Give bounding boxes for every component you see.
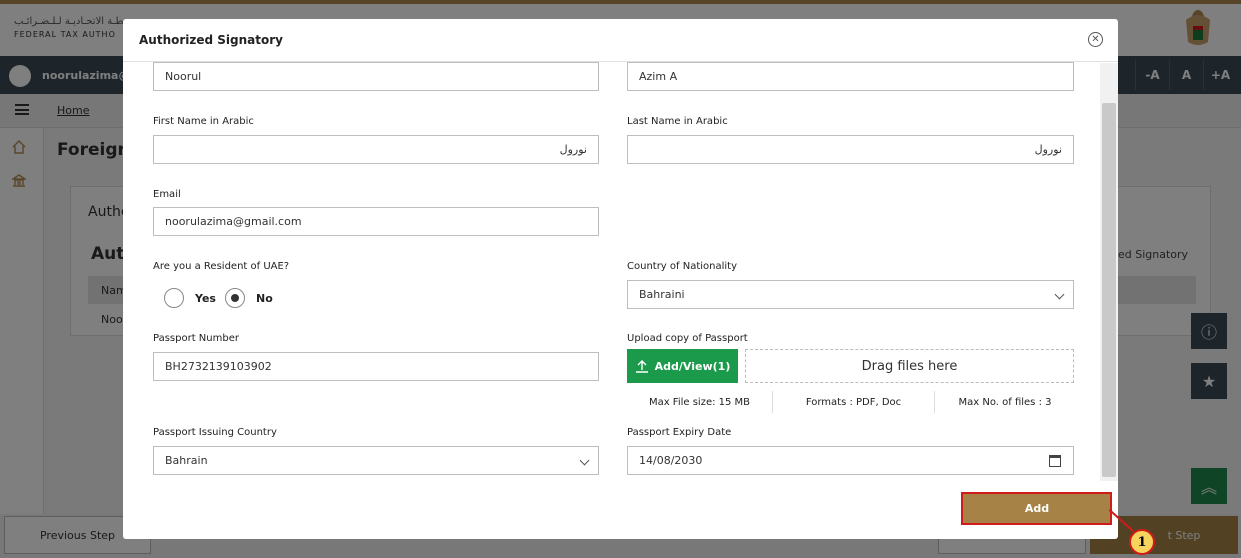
passport-number-label: Passport Number [153, 333, 239, 344]
modal-scrollbar-thumb[interactable] [1102, 103, 1116, 477]
max-file-size-text: Max File size: 15 MB [648, 396, 751, 408]
nationality-value: Bahraini [639, 288, 685, 301]
max-files-text: Max No. of files : 3 [958, 396, 1052, 408]
nationality-select[interactable]: Bahraini [627, 280, 1074, 309]
resident-no-radio[interactable] [225, 288, 245, 308]
first-name-arabic-label: First Name in Arabic [153, 116, 254, 127]
resident-yes-radio[interactable] [164, 288, 184, 308]
last-name-arabic-label: Last Name in Arabic [627, 116, 728, 127]
resident-no-label[interactable]: No [256, 292, 273, 305]
first-name-arabic-field[interactable]: نورول [153, 135, 599, 164]
chevron-down-icon [579, 455, 590, 466]
issuing-country-select[interactable]: Bahrain [153, 446, 599, 475]
modal-header: Authorized Signatory ✕ [123, 19, 1118, 62]
formats-text: Formats : PDF, Doc [805, 396, 902, 408]
first-name-field[interactable]: Noorul [153, 62, 599, 91]
modal-title: Authorized Signatory [139, 33, 283, 47]
resident-label: Are you a Resident of UAE? [153, 261, 290, 272]
last-name-field[interactable]: Azim A [627, 62, 1074, 91]
authorized-signatory-modal: Authorized Signatory ✕ Noorul Azim A Fir… [123, 19, 1118, 539]
upload-passport-label: Upload copy of Passport [627, 333, 748, 344]
last-name-arabic-field[interactable]: نورول [627, 135, 1074, 164]
expiry-date-label: Passport Expiry Date [627, 427, 732, 438]
issuing-country-value: Bahrain [165, 454, 208, 467]
calendar-icon[interactable] [1049, 455, 1061, 467]
upload-icon [635, 360, 648, 373]
resident-yes-label[interactable]: Yes [195, 292, 216, 305]
email-field[interactable]: noorulazima@gmail.com [153, 207, 599, 236]
add-button-highlight [961, 492, 1112, 525]
add-view-upload-button[interactable]: Add/View(1) [627, 349, 738, 383]
file-drop-zone[interactable]: Drag files here [745, 349, 1074, 383]
email-label: Email [153, 189, 181, 200]
callout-number-badge: 1 [1129, 529, 1155, 555]
expiry-date-value: 14/08/2030 [639, 454, 703, 467]
upload-button-label: Add/View(1) [654, 359, 731, 373]
nationality-label: Country of Nationality [627, 261, 738, 272]
chevron-down-icon [1054, 289, 1065, 300]
close-icon[interactable]: ✕ [1088, 32, 1103, 47]
expiry-date-field[interactable]: 14/08/2030 [627, 446, 1074, 475]
passport-number-field[interactable]: BH2732139103902 [153, 352, 599, 381]
issuing-country-label: Passport Issuing Country [153, 427, 277, 438]
